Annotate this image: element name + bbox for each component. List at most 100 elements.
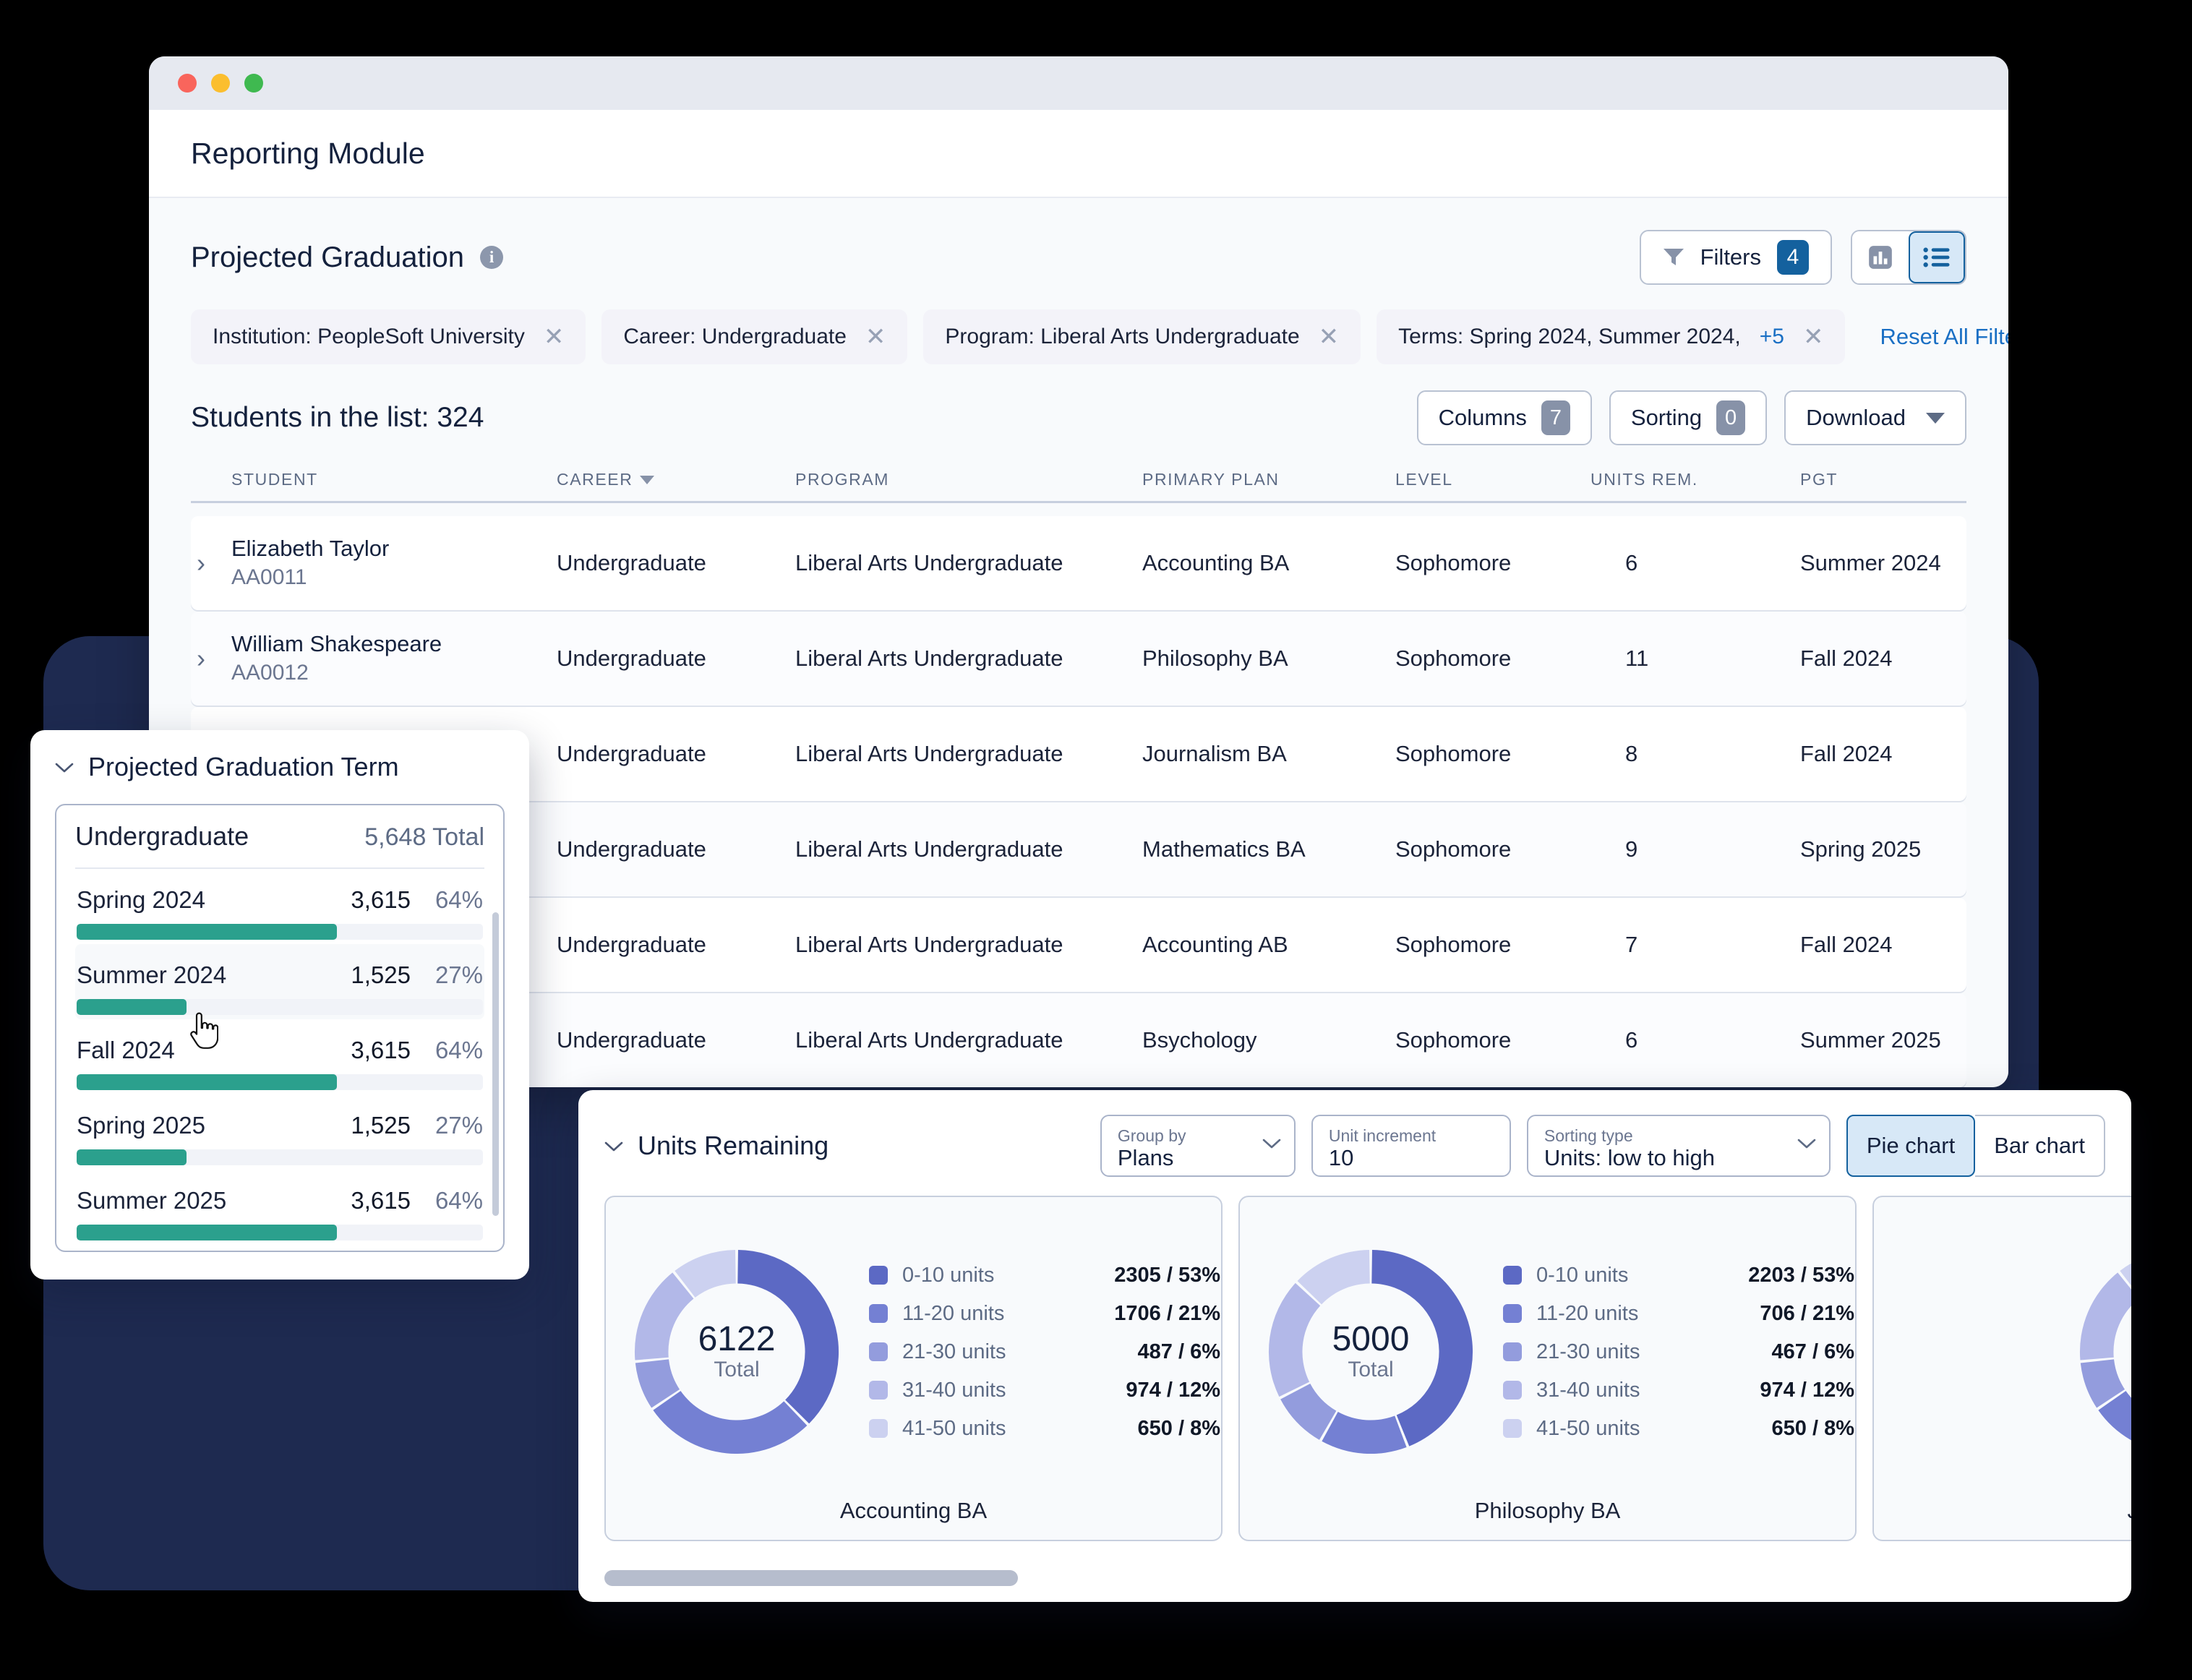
- term-progress-fill: [77, 1225, 337, 1240]
- chevron-down-icon: [1926, 412, 1945, 424]
- table-row[interactable]: › William Shakespeare AA0012 Undergradua…: [191, 612, 1966, 706]
- reset-all-filters-link[interactable]: Reset All Filters: [1880, 324, 2008, 350]
- legend-swatch: [1503, 1381, 1522, 1400]
- term-row[interactable]: Summer 2024 1,525 27%: [75, 944, 484, 1019]
- legend-swatch: [1503, 1342, 1522, 1361]
- list-view-button[interactable]: [1909, 231, 1965, 283]
- legend-item[interactable]: 11-20 units 706 / 21%: [1503, 1302, 1854, 1326]
- term-percent: 64%: [434, 1187, 483, 1214]
- filters-label: Filters: [1700, 244, 1761, 270]
- legend-label: 31-40 units: [1536, 1378, 1640, 1402]
- group-by-select[interactable]: Group by Plans: [1100, 1115, 1296, 1177]
- table-header-row: STUDENT CAREER PROGRAM PRIMARY PLAN LEVE…: [191, 470, 1966, 503]
- cell-pgt: Spring 2025: [1800, 836, 1922, 862]
- filter-chip-overflow-count[interactable]: +5: [1760, 325, 1784, 349]
- columns-button[interactable]: Columns 7: [1416, 390, 1592, 445]
- legend-value: 2203 / 53%: [1748, 1263, 1854, 1287]
- chart-legend: 0-10 units 2305 / 53% 11-20 units 1706 /…: [856, 1264, 1220, 1441]
- filter-chip[interactable]: Program: Liberal Arts Undergraduate ✕: [923, 309, 1361, 364]
- maximize-window-button[interactable]: [244, 74, 263, 93]
- donut-total-value: 6122: [698, 1319, 776, 1358]
- table-header-level[interactable]: LEVEL: [1395, 470, 1591, 489]
- close-window-button[interactable]: [178, 74, 197, 93]
- cell-units-remaining: 11: [1625, 646, 1649, 671]
- minimize-window-button[interactable]: [211, 74, 230, 93]
- chart-view-button[interactable]: [1852, 231, 1909, 283]
- term-row[interactable]: Fall 2024 3,615 64%: [75, 1019, 484, 1094]
- table-header-pgt[interactable]: PGT: [1800, 470, 2008, 489]
- term-row[interactable]: Spring 2025 1,525 27%: [75, 1094, 484, 1170]
- screenshot-stage: Reporting Module Projected Graduation i …: [0, 0, 2192, 1680]
- cell-pgt: Fall 2024: [1800, 646, 1893, 671]
- cell-career: Undergraduate: [557, 932, 706, 957]
- sorting-button[interactable]: Sorting 0: [1609, 390, 1768, 445]
- table-header-primary-plan[interactable]: PRIMARY PLAN: [1142, 470, 1395, 489]
- chart-card-title: Journalism: [1893, 1498, 2131, 1524]
- legend-label: 21-30 units: [1536, 1340, 1640, 1363]
- legend-item[interactable]: 11-20 units 1706 / 21%: [869, 1302, 1220, 1326]
- expand-row-icon[interactable]: ›: [191, 643, 231, 674]
- filter-chip[interactable]: Career: Undergraduate ✕: [601, 309, 908, 364]
- donut-chart[interactable]: 8122 Total: [2070, 1240, 2131, 1464]
- cell-primary-plan: Accounting AB: [1142, 932, 1288, 957]
- unit-increment-input[interactable]: Unit increment 10: [1311, 1115, 1511, 1177]
- donut-chart[interactable]: 5000 Total: [1259, 1240, 1483, 1464]
- table-header-units-rem[interactable]: UNITS REM.: [1591, 470, 1800, 489]
- legend-item[interactable]: 21-30 units 467 / 6%: [1503, 1340, 1854, 1364]
- legend-item[interactable]: 41-50 units 650 / 8%: [869, 1417, 1220, 1441]
- cell-units-remaining: 6: [1625, 1027, 1638, 1053]
- expand-row-icon[interactable]: ›: [191, 548, 231, 578]
- remove-filter-icon[interactable]: ✕: [544, 325, 565, 349]
- remove-filter-icon[interactable]: ✕: [1803, 325, 1824, 349]
- chevron-down-icon[interactable]: [55, 762, 74, 773]
- remove-filter-icon[interactable]: ✕: [865, 325, 886, 349]
- pgt-panel-title: Projected Graduation Term: [88, 752, 399, 781]
- students-count-label: Students in the list: 324: [191, 402, 484, 433]
- term-row[interactable]: Summer 2025 3,615 64%: [75, 1170, 484, 1245]
- legend-item[interactable]: 0-10 units 2305 / 53%: [869, 1264, 1220, 1287]
- chart-cards-row: 6122 Total 0-10 units 2305 / 53% 11-20 u: [604, 1196, 2131, 1541]
- app-header: Reporting Module: [149, 110, 2008, 198]
- table-header-career[interactable]: CAREER: [557, 470, 795, 489]
- term-name: Summer 2025: [77, 1187, 227, 1214]
- projected-graduation-term-panel: Projected Graduation Term Undergraduate …: [30, 730, 529, 1280]
- bar-chart-button[interactable]: Bar chart: [1975, 1115, 2105, 1177]
- sorting-label: Sorting: [1630, 405, 1703, 430]
- pgt-panel-header[interactable]: Projected Graduation Term: [55, 752, 505, 782]
- legend-item[interactable]: 41-50 units 650 / 8%: [1503, 1417, 1854, 1441]
- cell-units-remaining: 7: [1625, 932, 1638, 957]
- legend-item[interactable]: 31-40 units 974 / 12%: [1503, 1379, 1854, 1402]
- info-icon[interactable]: i: [480, 246, 504, 269]
- filters-button[interactable]: Filters 4: [1639, 230, 1832, 285]
- scrollbar-thumb[interactable]: [604, 1570, 1018, 1586]
- donut-chart[interactable]: 6122 Total: [625, 1240, 849, 1464]
- legend-label: 11-20 units: [1536, 1301, 1639, 1325]
- cell-career: Undergraduate: [557, 550, 706, 575]
- legend-item[interactable]: 31-40 units 974 / 12%: [869, 1379, 1220, 1402]
- table-row[interactable]: › Elizabeth Taylor AA0011 Undergraduate …: [191, 516, 1966, 610]
- pgt-vertical-scrollbar[interactable]: [492, 912, 499, 1216]
- charts-horizontal-scrollbar[interactable]: [604, 1570, 2105, 1586]
- cell-career: Undergraduate: [557, 836, 706, 862]
- pgt-card-total: 5,648 Total: [364, 823, 484, 851]
- filter-chip[interactable]: Institution: PeopleSoft University ✕: [191, 309, 586, 364]
- legend-swatch: [869, 1419, 888, 1438]
- legend-swatch: [869, 1381, 888, 1400]
- chart-type-toggle: Pie chart Bar chart: [1846, 1115, 2105, 1177]
- sorting-type-select[interactable]: Sorting type Units: low to high: [1526, 1115, 1831, 1177]
- chevron-down-icon[interactable]: [604, 1141, 623, 1152]
- term-name: Spring 2024: [77, 886, 205, 913]
- table-header-program[interactable]: PROGRAM: [795, 470, 1142, 489]
- legend-item[interactable]: 21-30 units 487 / 6%: [869, 1340, 1220, 1364]
- cell-pgt: Summer 2024: [1800, 550, 1941, 575]
- term-row[interactable]: Spring 2024 3,615 64%: [75, 869, 484, 944]
- filter-chip[interactable]: Terms: Spring 2024, Summer 2024, +5 ✕: [1377, 309, 1846, 364]
- legend-swatch: [869, 1342, 888, 1361]
- list-controls: Students in the list: 324 Columns 7 Sort…: [149, 364, 2008, 445]
- header-actions: Filters 4: [1639, 230, 1966, 285]
- legend-item[interactable]: 0-10 units 2203 / 53%: [1503, 1264, 1854, 1287]
- pie-chart-button[interactable]: Pie chart: [1846, 1115, 1976, 1177]
- remove-filter-icon[interactable]: ✕: [1319, 325, 1340, 349]
- table-header-student[interactable]: STUDENT: [231, 470, 557, 489]
- download-button[interactable]: Download: [1784, 390, 1966, 445]
